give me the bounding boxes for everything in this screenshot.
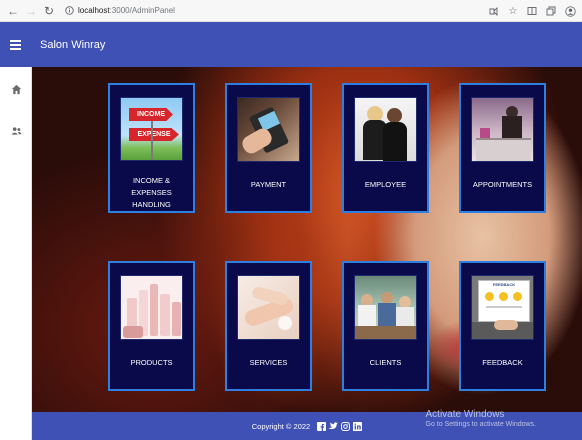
card-label: PRODUCTS — [130, 358, 173, 367]
app-header: Salon Winray — [0, 22, 582, 67]
twitter-icon[interactable] — [328, 421, 339, 431]
watermark-title: Activate Windows — [425, 409, 505, 420]
card-clients[interactable]: CLIENTS — [342, 261, 429, 391]
card-payment[interactable]: PAYMENT — [225, 83, 312, 213]
feedback-form-title: FEEDBACK — [492, 282, 516, 287]
card-income-expenses[interactable]: INCOME EXPENSE INCOME & EXPENSES HANDLIN… — [108, 83, 195, 213]
card-appointments[interactable]: APPOINTMENTS — [459, 83, 546, 213]
card-feedback[interactable]: FEEDBACK FEEDBACK — [459, 261, 546, 391]
address-bar[interactable]: localhost:3000/AdminPanel — [78, 6, 175, 15]
url-host: localhost — [78, 6, 110, 15]
split-screen-icon[interactable] — [524, 3, 540, 19]
reload-icon[interactable]: ↻ — [40, 2, 58, 20]
main-panel: INCOME EXPENSE INCOME & EXPENSES HANDLIN… — [32, 67, 582, 412]
card-label: SERVICES — [249, 358, 288, 367]
card-label: FEEDBACK — [482, 358, 523, 367]
info-icon[interactable] — [62, 4, 76, 18]
profile-icon[interactable] — [562, 3, 578, 19]
card-products[interactable]: PRODUCTS — [108, 261, 195, 391]
linkedin-icon[interactable] — [352, 421, 362, 431]
sidebar-item-home[interactable] — [0, 75, 32, 103]
menu-icon[interactable] — [10, 39, 21, 50]
income-sign: INCOME — [129, 108, 173, 121]
forward-icon[interactable]: → — [22, 2, 40, 20]
facebook-icon[interactable] — [316, 421, 326, 431]
employee-image — [354, 97, 417, 162]
sidebar — [0, 67, 32, 440]
card-label: APPOINTMENTS — [472, 180, 533, 189]
clients-image — [354, 275, 417, 340]
card-label: CLIENTS — [369, 358, 402, 367]
home-icon — [11, 84, 21, 94]
feedback-image: FEEDBACK — [471, 275, 534, 340]
copyright-text: Copyright © 2022 — [251, 421, 311, 431]
card-services[interactable]: SERVICES — [225, 261, 312, 391]
activate-windows-watermark: Activate Windows Go to Settings to activ… — [426, 409, 537, 428]
services-image — [237, 275, 300, 340]
favorite-icon[interactable]: ☆ — [505, 3, 521, 19]
collections-icon[interactable] — [543, 3, 559, 19]
appointments-image — [471, 97, 534, 162]
payment-image — [237, 97, 300, 162]
read-aloud-icon[interactable] — [486, 3, 502, 19]
income-expense-image: INCOME EXPENSE — [120, 97, 183, 161]
card-employee[interactable]: EMPLOYEE — [342, 83, 429, 213]
sidebar-item-users[interactable] — [0, 117, 32, 145]
users-icon — [10, 127, 22, 135]
card-label: INCOME & EXPENSES HANDLING — [131, 176, 172, 209]
watermark-subtitle: Go to Settings to activate Windows. — [425, 421, 537, 428]
card-label: PAYMENT — [250, 180, 287, 189]
url-path: :3000/AdminPanel — [109, 6, 175, 15]
instagram-icon[interactable] — [340, 421, 350, 431]
expense-sign: EXPENSE — [129, 128, 179, 141]
back-icon[interactable]: ← — [4, 2, 22, 20]
browser-toolbar: ← → ↻ localhost:3000/AdminPanel ☆ — [0, 0, 582, 22]
app-title: Salon Winray — [40, 38, 106, 51]
card-label: EMPLOYEE — [364, 180, 407, 189]
products-image — [120, 275, 183, 340]
